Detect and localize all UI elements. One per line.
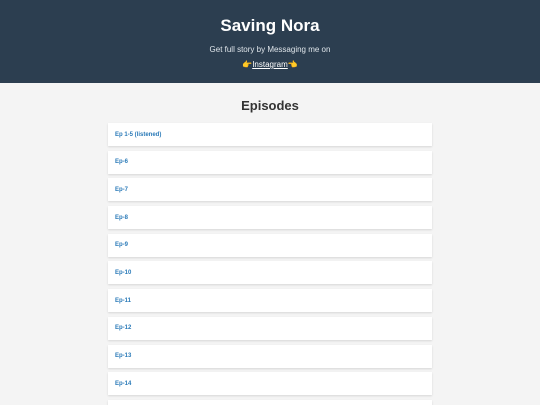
episode-link[interactable]: Ep-8 <box>115 215 128 221</box>
episode-item[interactable]: Ep-13 <box>108 344 432 368</box>
site-header: Saving Nora Get full story by Messaging … <box>0 0 540 83</box>
episode-item[interactable]: Ep-12 <box>108 316 432 340</box>
instagram-line: 👉Instagram👈 <box>0 60 540 70</box>
episode-item[interactable]: Ep-11 <box>108 289 432 313</box>
episode-link[interactable]: Ep-11 <box>115 298 131 304</box>
episode-item[interactable] <box>108 399 432 405</box>
pointing-right-icon: 👉 <box>242 60 253 69</box>
episode-link[interactable]: Ep-6 <box>115 159 128 165</box>
episode-link[interactable]: Ep 1-5 (listened) <box>115 132 161 138</box>
episode-item[interactable]: Ep-14 <box>108 372 432 396</box>
episode-link[interactable]: Ep-14 <box>115 381 131 387</box>
episode-item[interactable]: Ep 1-5 (listened) <box>108 123 432 146</box>
instagram-link[interactable]: Instagram <box>252 60 288 69</box>
episodes-heading: Episodes <box>241 98 299 113</box>
episode-list: Ep 1-5 (listened) Ep-6 Ep-7 Ep-8 Ep-9 Ep… <box>108 123 432 405</box>
episode-link[interactable]: Ep-10 <box>115 270 131 276</box>
page-title: Saving Nora <box>220 16 320 35</box>
episode-item[interactable]: Ep-8 <box>108 206 432 230</box>
episode-link[interactable]: Ep-12 <box>115 325 131 331</box>
pointing-left-icon: 👈 <box>287 60 298 69</box>
episode-item[interactable]: Ep-10 <box>108 261 432 285</box>
episode-item[interactable]: Ep-6 <box>108 150 432 174</box>
main-content: Episodes Ep 1-5 (listened) Ep-6 Ep-7 Ep-… <box>108 83 432 405</box>
header-subtitle: Get full story by Messaging me on <box>209 45 331 54</box>
episode-link[interactable]: Ep-7 <box>115 187 128 193</box>
episode-item[interactable]: Ep-7 <box>108 178 432 202</box>
episode-link[interactable]: Ep-9 <box>115 242 128 248</box>
episode-link[interactable]: Ep-13 <box>115 353 131 359</box>
episode-item[interactable]: Ep-9 <box>108 233 432 257</box>
